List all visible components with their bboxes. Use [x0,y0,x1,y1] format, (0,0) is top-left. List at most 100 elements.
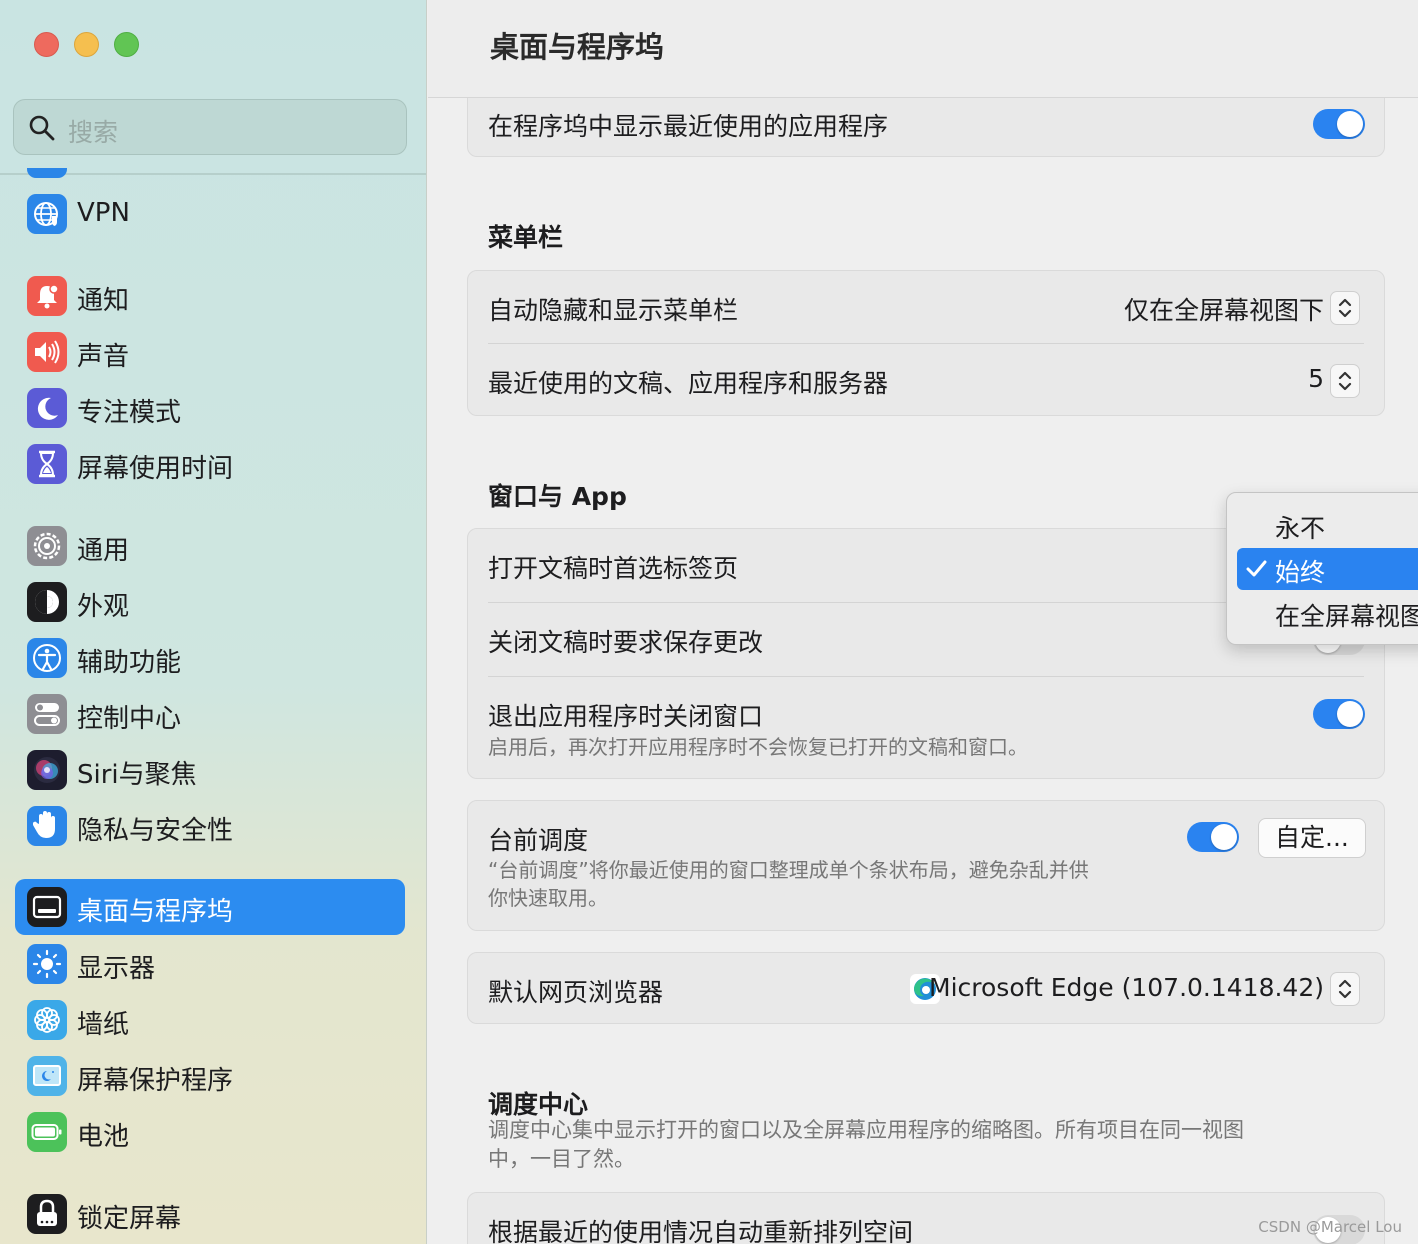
sidebar-item-wallpaper[interactable]: 墙纸 [15,992,405,1048]
sidebar-item-label: 通用 [77,536,130,566]
menubar-heading: 菜单栏 [488,223,564,252]
dock-icon [27,887,67,927]
sidebar-item-displays[interactable]: 显示器 [15,936,405,992]
sidebar-item-siri-spotlight[interactable]: Siri与聚焦 [15,742,405,798]
close-windows-description: 启用后，再次打开应用程序时不会恢复已打开的文稿和窗口。 [488,735,1028,759]
recent-items-row: 最近使用的文稿、应用程序和服务器 5 [468,344,1386,417]
rearrange-spaces-label: 根据最近的使用情况自动重新排列空间 [488,1218,914,1244]
sidebar-item-label: 通知 [77,286,130,316]
sidebar-item-battery[interactable]: 电池 [15,1104,405,1160]
sidebar-partial-icon [27,168,67,178]
menu-item-fullscreen[interactable]: 在全屏幕视图 [1237,592,1418,634]
sidebar-item-control-center[interactable]: 控制中心 [15,686,405,742]
flower-icon [27,1000,67,1040]
battery-icon [27,1112,67,1152]
sidebar: 搜索 VPN 通知 声音 专注模式 屏幕使用时间 通用 外观 辅助功能 控制中心… [0,0,427,1244]
menubar-autohide-popup-button[interactable] [1330,291,1360,325]
menu-item-always[interactable]: 始终 [1237,548,1418,590]
sidebar-item-sound[interactable]: 声音 [15,324,405,380]
sidebar-item-label: VPN [77,198,130,228]
title-bar: 桌面与程序坞 [428,0,1418,98]
ask-save-label: 关闭文稿时要求保存更改 [488,628,764,657]
gear-icon [27,526,67,566]
menu-item-never[interactable]: 永不 [1237,504,1418,546]
sidebar-item-notifications[interactable]: 通知 [15,268,405,324]
sidebar-item-label: 电池 [77,1122,130,1152]
mission-control-card: 根据最近的使用情况自动重新排列空间 [467,1192,1385,1244]
sidebar-item-label: 控制中心 [77,704,182,734]
default-browser-popup-button[interactable] [1330,972,1360,1006]
menu-item-label: 始终 [1275,558,1326,587]
menu-item-label: 永不 [1275,514,1326,543]
recent-items-value[interactable]: 5 [1308,364,1324,393]
stage-manager-row: 台前调度 “台前调度”将你最近使用的窗口整理成单个条状布局，避免杂乱并供 你快速… [468,801,1386,932]
dock-recent-toggle[interactable] [1313,109,1365,139]
moon-icon [27,388,67,428]
sidebar-item-label: Siri与聚焦 [77,760,197,790]
sidebar-item-label: 屏幕保护程序 [77,1066,234,1096]
sidebar-item-label: 锁定屏幕 [77,1204,182,1234]
vpn-globe-icon [27,194,67,234]
sidebar-item-label: 声音 [77,342,130,372]
sidebar-item-vpn[interactable]: VPN [15,186,405,242]
prefer-tabs-label: 打开文稿时首选标签页 [488,554,739,583]
brightness-icon [27,944,67,984]
sidebar-item-lock-screen[interactable]: 锁定屏幕 [15,1186,405,1242]
search-placeholder: 搜索 [68,118,119,147]
sidebar-item-label: 外观 [77,592,130,622]
windows-heading: 窗口与 App [488,482,627,511]
close-windows-toggle[interactable] [1313,699,1365,729]
hourglass-icon [27,444,67,484]
close-windows-row: 退出应用程序时关闭窗口 启用后，再次打开应用程序时不会恢复已打开的文稿和窗口。 [468,677,1386,780]
stage-manager-toggle[interactable] [1187,822,1239,852]
sidebar-item-label: 显示器 [77,954,156,984]
menubar-autohide-label: 自动隐藏和显示菜单栏 [488,296,739,325]
menu-item-label: 在全屏幕视图 [1275,602,1418,631]
default-browser-value[interactable]: Microsoft Edge (107.0.1418.42) [929,973,1324,1002]
sidebar-item-label: 辅助功能 [77,648,182,678]
control-center-icon [27,694,67,734]
siri-icon [27,750,67,790]
dock-recent-label: 在程序坞中显示最近使用的应用程序 [488,112,889,141]
recent-items-popup-button[interactable] [1330,364,1360,398]
stage-manager-label: 台前调度 [488,826,589,855]
sidebar-item-label: 墙纸 [77,1010,130,1040]
stage-manager-customize-button[interactable]: 自定... [1258,818,1366,858]
sidebar-item-general[interactable]: 通用 [15,518,405,574]
sidebar-item-focus[interactable]: 专注模式 [15,380,405,436]
bell-icon [27,276,67,316]
sidebar-item-desktop-dock[interactable]: 桌面与程序坞 [15,879,405,935]
stage-manager-card: 台前调度 “台前调度”将你最近使用的窗口整理成单个条状布局，避免杂乱并供 你快速… [467,800,1385,931]
sidebar-item-screensaver[interactable]: 屏幕保护程序 [15,1048,405,1104]
mission-control-description-line2: 中，一目了然。 [488,1147,635,1171]
menubar-card: 自动隐藏和显示菜单栏 仅在全屏幕视图下 最近使用的文稿、应用程序和服务器 5 [467,270,1385,416]
sidebar-item-privacy-security[interactable]: 隐私与安全性 [15,798,405,854]
appearance-icon [27,582,67,622]
prefer-tabs-dropdown-menu: 永不 始终 在全屏幕视图 [1226,492,1418,645]
hand-icon [27,806,67,846]
search-field[interactable]: 搜索 [13,99,407,155]
chevron-up-down-icon [1338,371,1352,391]
accessibility-icon [27,638,67,678]
default-browser-label: 默认网页浏览器 [488,978,664,1007]
speaker-icon [27,332,67,372]
rearrange-spaces-row: 根据最近的使用情况自动重新排列空间 [468,1193,1386,1244]
page-title: 桌面与程序坞 [490,30,665,64]
chevron-up-down-icon [1338,298,1352,318]
default-browser-row: 默认网页浏览器 Microsoft Edge (107.0.1418.42) [468,953,1386,1025]
watermark: CSDN @Marcel Lou [1258,1218,1402,1236]
close-window-button[interactable] [34,32,59,57]
sidebar-item-screen-time[interactable]: 屏幕使用时间 [15,436,405,492]
sidebar-item-accessibility[interactable]: 辅助功能 [15,630,405,686]
search-icon [29,115,55,141]
sidebar-item-label: 桌面与程序坞 [77,897,234,927]
menubar-autohide-value[interactable]: 仅在全屏幕视图下 [1124,291,1324,327]
lock-icon [27,1194,67,1234]
sidebar-item-label: 专注模式 [77,398,182,428]
minimize-window-button[interactable] [74,32,99,57]
zoom-window-button[interactable] [114,32,139,57]
screensaver-icon [27,1056,67,1096]
checkmark-icon [1246,560,1267,577]
sidebar-item-appearance[interactable]: 外观 [15,574,405,630]
chevron-up-down-icon [1338,979,1352,999]
